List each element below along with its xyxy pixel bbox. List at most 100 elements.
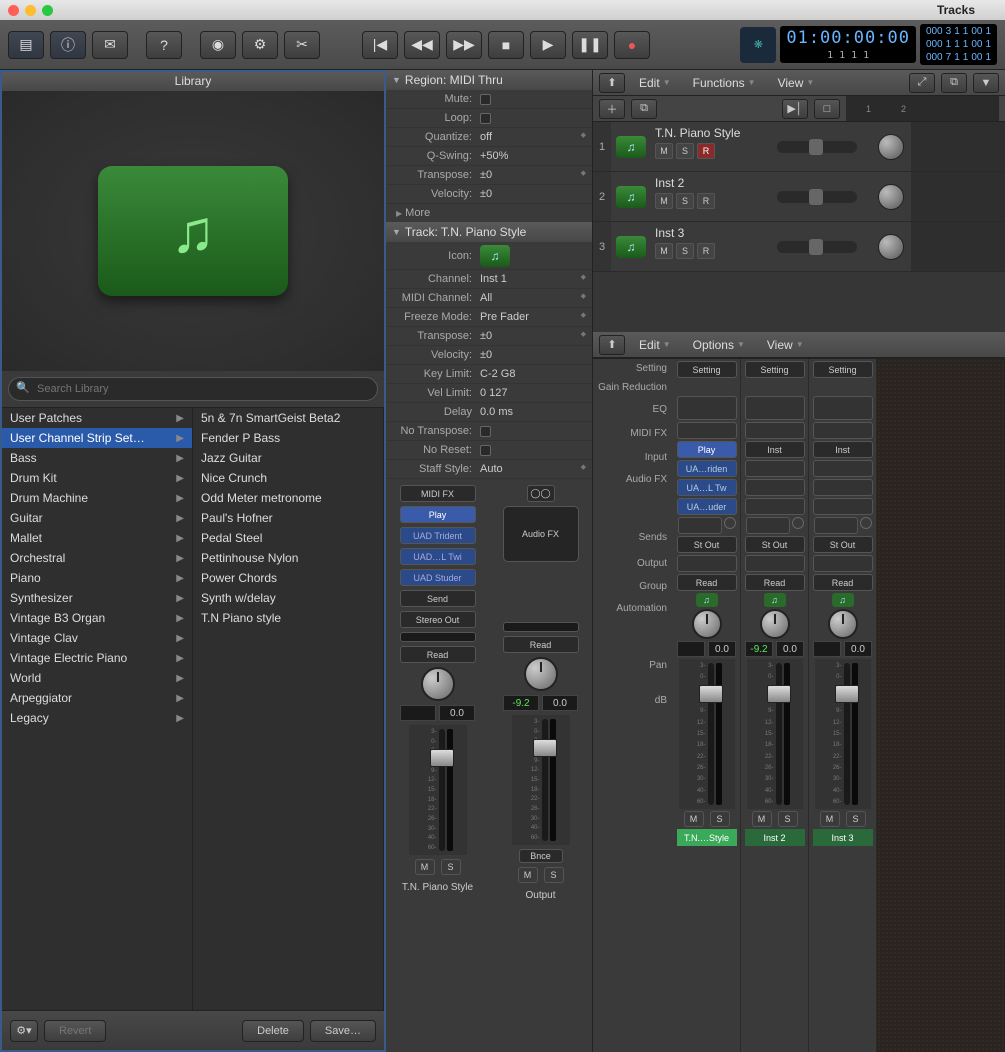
key-limit-field[interactable]: C-2 G8	[476, 368, 592, 380]
library-preset-item[interactable]: Synth w/delay	[193, 588, 383, 608]
timeline-ruler[interactable]: 12	[846, 96, 999, 121]
automation-slot[interactable]: Read	[400, 646, 476, 663]
mute-button[interactable]: M	[655, 243, 673, 259]
midifx-slot[interactable]	[745, 422, 805, 439]
library-preset-item[interactable]: Jazz Guitar	[193, 448, 383, 468]
audiofx-slot[interactable]: UA…uder	[677, 498, 737, 515]
audiofx-slot[interactable]	[813, 460, 873, 477]
pan-knob[interactable]	[421, 667, 455, 701]
delete-button[interactable]: Delete	[242, 1020, 304, 1042]
library-toggle-button[interactable]: ▤	[8, 31, 44, 59]
send-knob[interactable]	[792, 517, 804, 529]
strip-name[interactable]: T.N.…Style	[677, 829, 737, 846]
play-button[interactable]: ▶	[530, 31, 566, 59]
track-icon[interactable]: ♫	[616, 186, 646, 208]
filter-button[interactable]: ▼	[973, 73, 999, 93]
automation-mode[interactable]: Read	[745, 574, 805, 591]
search-input[interactable]	[8, 377, 378, 401]
library-category-item[interactable]: Synthesizer▶	[2, 588, 192, 608]
solo-button[interactable]: S	[544, 867, 564, 883]
vel-limit-field[interactable]: 0 127	[476, 387, 592, 399]
group-slot[interactable]	[677, 555, 737, 572]
velocity-field[interactable]: ±0	[476, 188, 592, 200]
revert-button[interactable]: Revert	[44, 1020, 106, 1042]
track-row[interactable]: 2♫Inst 2MSR	[593, 172, 1005, 222]
pan-knob[interactable]	[878, 234, 904, 260]
record-enable-button[interactable]: R	[697, 143, 715, 159]
channel-field[interactable]: Inst 1	[476, 273, 592, 285]
add-track-button[interactable]: ＋	[599, 99, 625, 119]
track-section-header[interactable]: ▼Track: T.N. Piano Style	[386, 222, 592, 242]
minimize-icon[interactable]	[25, 5, 36, 16]
track-name[interactable]: Inst 2	[655, 176, 767, 190]
volume-fader[interactable]	[844, 663, 850, 805]
library-preset-item[interactable]: Pedal Steel	[193, 528, 383, 548]
save-button[interactable]: Save…	[310, 1020, 376, 1042]
record-enable-button[interactable]: R	[697, 193, 715, 209]
track-velocity-field[interactable]: ±0	[476, 349, 592, 361]
library-category-item[interactable]: Drum Kit▶	[2, 468, 192, 488]
track-transpose-field[interactable]: ±0	[476, 330, 592, 342]
pan-knob[interactable]	[878, 134, 904, 160]
quick-help-button[interactable]: ✉	[92, 31, 128, 59]
volume-value[interactable]: 0.0	[708, 641, 736, 657]
close-icon[interactable]	[8, 5, 19, 16]
track-row[interactable]: 3♫Inst 3MSR	[593, 222, 1005, 272]
mixer-edit-menu[interactable]: Edit▼	[631, 335, 679, 355]
track-name[interactable]: Inst 3	[655, 226, 767, 240]
bounce-button[interactable]: Bnce	[519, 849, 563, 863]
region-more-toggle[interactable]: ▶More	[386, 204, 592, 222]
send-knob[interactable]	[724, 517, 736, 529]
volume-slider[interactable]	[777, 191, 857, 203]
send-slot[interactable]	[746, 517, 790, 534]
audiofx-slot-3[interactable]: UAD Studer	[400, 569, 476, 586]
library-category-item[interactable]: User Patches▶	[2, 408, 192, 428]
pan-knob[interactable]	[692, 609, 722, 639]
input-slot[interactable]: Inst	[813, 441, 873, 458]
transpose-field[interactable]: ±0	[476, 169, 592, 181]
volume-slider[interactable]	[777, 241, 857, 253]
strip-name[interactable]: Inst 2	[745, 829, 805, 846]
library-category-item[interactable]: Arpeggiator▶	[2, 688, 192, 708]
audiofx-slot[interactable]	[745, 460, 805, 477]
setting-button[interactable]: Setting	[813, 361, 873, 378]
library-preset-item[interactable]: T.N Piano style	[193, 608, 383, 628]
library-category-item[interactable]: World▶	[2, 668, 192, 688]
library-category-item[interactable]: Vintage Clav▶	[2, 628, 192, 648]
stop-button[interactable]: ■	[488, 31, 524, 59]
track-name[interactable]: T.N. Piano Style	[655, 126, 767, 140]
volume-fader[interactable]	[439, 729, 445, 851]
audiofx-slot[interactable]: UA…riden	[677, 460, 737, 477]
mixer-view-menu[interactable]: View▼	[759, 335, 812, 355]
group-slot[interactable]	[503, 622, 579, 632]
arrange-area[interactable]	[911, 172, 1005, 221]
mute-checkbox[interactable]	[480, 94, 491, 105]
solo-button[interactable]: S	[710, 811, 730, 827]
audiofx-slot[interactable]	[745, 498, 805, 515]
mute-button[interactable]: M	[655, 143, 673, 159]
pan-knob[interactable]	[828, 609, 858, 639]
group-slot[interactable]	[813, 555, 873, 572]
staff-style-field[interactable]: Auto	[476, 463, 592, 475]
setting-button[interactable]: Setting	[745, 361, 805, 378]
no-reset-checkbox[interactable]	[480, 445, 491, 456]
audiofx-slot-2[interactable]: UAD…L Twi	[400, 548, 476, 565]
audiofx-slot[interactable]: UA…L Tw	[677, 479, 737, 496]
arrange-area[interactable]	[911, 222, 1005, 271]
group-slot[interactable]	[745, 555, 805, 572]
automation-mode[interactable]: Read	[813, 574, 873, 591]
track-icon[interactable]: ♫	[480, 245, 510, 267]
go-to-start-button[interactable]: |◀	[362, 31, 398, 59]
library-category-item[interactable]: Orchestral▶	[2, 548, 192, 568]
mute-button[interactable]: M	[820, 811, 840, 827]
send-knob[interactable]	[860, 517, 872, 529]
quantize-field[interactable]: off	[476, 131, 592, 143]
mixer-options-menu[interactable]: Options▼	[685, 335, 753, 355]
track-row[interactable]: 1♫T.N. Piano StyleMSR	[593, 122, 1005, 172]
solo-button[interactable]: S	[846, 811, 866, 827]
no-transpose-checkbox[interactable]	[480, 426, 491, 437]
arrange-area[interactable]	[911, 122, 1005, 171]
library-category-item[interactable]: Drum Machine▶	[2, 488, 192, 508]
solo-button[interactable]: S	[441, 859, 461, 875]
solo-button[interactable]: S	[778, 811, 798, 827]
